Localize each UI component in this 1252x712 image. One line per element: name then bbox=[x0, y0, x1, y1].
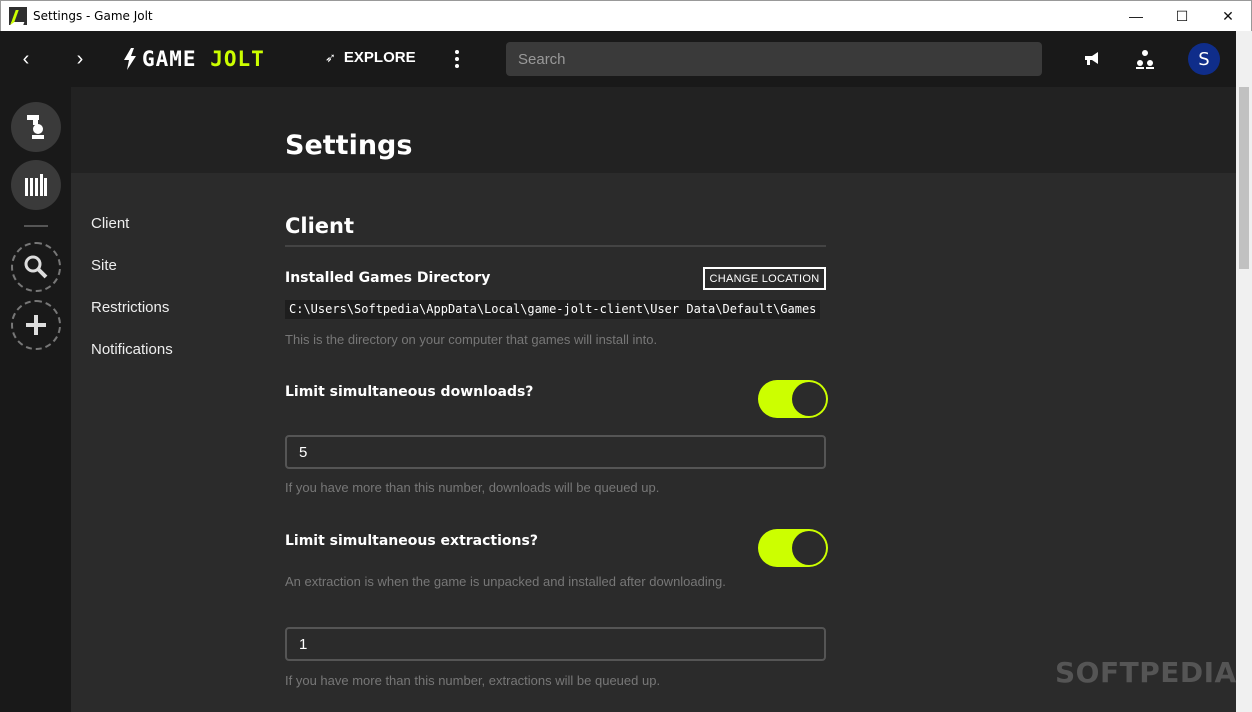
shell-sidebar bbox=[0, 87, 71, 712]
page-header bbox=[71, 87, 1236, 173]
limit-extractions-description: An extraction is when the game is unpack… bbox=[285, 574, 726, 589]
limit-extractions-label: Limit simultaneous extractions? bbox=[285, 533, 538, 549]
change-location-button[interactable]: CHANGE LOCATION bbox=[703, 267, 826, 290]
max-downloads-input[interactable] bbox=[285, 435, 826, 469]
user-avatar[interactable]: S bbox=[1188, 43, 1220, 75]
rocket-icon: ➶ bbox=[325, 49, 336, 65]
section-divider bbox=[285, 245, 826, 247]
close-button[interactable]: ✕ bbox=[1205, 1, 1251, 31]
forward-button[interactable]: › bbox=[65, 44, 95, 74]
limit-downloads-help: If you have more than this number, downl… bbox=[285, 480, 660, 495]
toggle-knob bbox=[792, 382, 826, 416]
plus-icon bbox=[26, 315, 46, 335]
logo-jolt: JOLT bbox=[210, 47, 265, 71]
search-icon bbox=[24, 255, 48, 279]
discover-button[interactable] bbox=[11, 242, 61, 292]
friends-icon[interactable] bbox=[1133, 47, 1157, 71]
window-controls: — ☐ ✕ bbox=[1113, 1, 1251, 31]
app-topbar: ‹ › GAME JOLT ➶ EXPLORE S bbox=[0, 31, 1252, 87]
settings-nav-client[interactable]: Client bbox=[91, 214, 173, 256]
more-options-icon[interactable] bbox=[450, 46, 464, 72]
library-icon bbox=[25, 174, 47, 196]
user-avatar-shell-icon bbox=[27, 115, 44, 139]
shell-divider bbox=[24, 225, 48, 227]
games-directory-help: This is the directory on your computer t… bbox=[285, 332, 658, 347]
max-extractions-input[interactable] bbox=[285, 627, 826, 661]
games-directory-path: C:\Users\Softpedia\AppData\Local\game-jo… bbox=[285, 300, 821, 319]
settings-nav-site[interactable]: Site bbox=[91, 256, 173, 298]
page-title: Settings bbox=[285, 130, 413, 161]
explore-label: EXPLORE bbox=[343, 49, 416, 66]
scrollbar-thumb[interactable] bbox=[1239, 87, 1249, 269]
minimize-button[interactable]: — bbox=[1113, 1, 1159, 31]
limit-extractions-help: If you have more than this number, extra… bbox=[285, 673, 661, 688]
settings-nav-notifications[interactable]: Notifications bbox=[91, 340, 173, 382]
maximize-button[interactable]: ☐ bbox=[1159, 1, 1205, 31]
bolt-icon bbox=[124, 48, 136, 70]
limit-extractions-toggle[interactable] bbox=[758, 529, 828, 567]
softpedia-watermark: SOFTPEDIA bbox=[1055, 656, 1237, 689]
games-directory-label: Installed Games Directory bbox=[285, 270, 491, 286]
back-button[interactable]: ‹ bbox=[11, 44, 41, 74]
limit-downloads-toggle[interactable] bbox=[758, 380, 828, 418]
limit-downloads-label: Limit simultaneous downloads? bbox=[285, 384, 534, 400]
scrollbar-track-top bbox=[1236, 31, 1252, 87]
settings-nav: Client Site Restrictions Notifications bbox=[91, 214, 173, 382]
toggle-knob bbox=[792, 531, 826, 565]
window-titlebar: Settings - Game Jolt — ☐ ✕ bbox=[0, 0, 1252, 31]
library-button[interactable] bbox=[11, 160, 61, 210]
settings-nav-restrictions[interactable]: Restrictions bbox=[91, 298, 173, 340]
logo-game: GAME bbox=[142, 47, 197, 71]
game-jolt-logo[interactable]: GAME JOLT bbox=[122, 47, 265, 71]
game-jolt-app-icon bbox=[9, 7, 27, 25]
megaphone-icon[interactable] bbox=[1080, 47, 1104, 71]
logo-wordmark: GAME JOLT bbox=[142, 47, 265, 71]
client-section-title: Client bbox=[285, 214, 355, 238]
add-community-button[interactable] bbox=[11, 300, 61, 350]
explore-link[interactable]: ➶ EXPLORE bbox=[325, 49, 416, 66]
window-title: Settings - Game Jolt bbox=[33, 9, 153, 23]
page-scrollbar[interactable] bbox=[1236, 87, 1252, 712]
search-input[interactable] bbox=[506, 42, 1042, 76]
activity-feed-button[interactable] bbox=[11, 102, 61, 152]
